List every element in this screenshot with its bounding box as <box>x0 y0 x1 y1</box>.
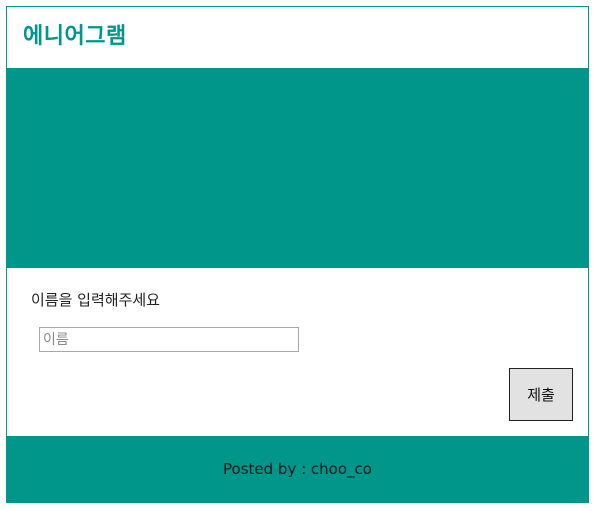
name-form: 이름을 입력해주세요 제출 <box>7 268 588 436</box>
hero-banner <box>7 68 588 268</box>
footer-credit: Posted by : choo_co <box>223 460 372 478</box>
name-input[interactable] <box>39 327 299 352</box>
page-frame: 에니어그램 이름을 입력해주세요 제출 Posted by : choo_co <box>6 6 589 503</box>
submit-button[interactable]: 제출 <box>509 368 573 421</box>
header: 에니어그램 <box>7 7 588 68</box>
name-prompt-label: 이름을 입력해주세요 <box>31 291 160 309</box>
footer: Posted by : choo_co <box>7 436 588 502</box>
app-title: 에니어그램 <box>23 24 127 49</box>
